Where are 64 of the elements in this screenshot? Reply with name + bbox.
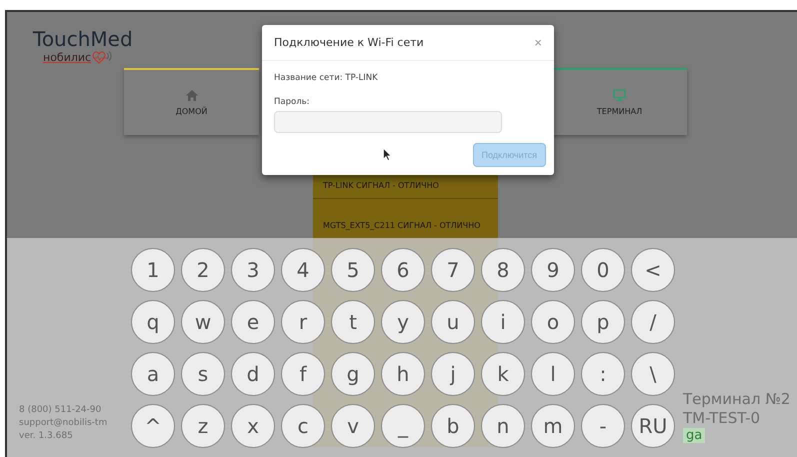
keyboard-key[interactable]: 4 [281,248,325,292]
keyboard-key[interactable]: x [231,404,275,448]
keyboard-key[interactable]: b [431,404,475,448]
keyboard-key[interactable]: : [581,352,625,396]
keyboard-key[interactable]: p [581,300,625,344]
dialog-title: Подключение к Wi-Fi сети [274,36,424,49]
heart-icon [91,50,114,64]
keyboard-key[interactable]: ^ [131,404,175,448]
keyboard-key[interactable]: q [131,300,175,344]
keyboard-key[interactable]: v [331,404,375,448]
contact-text: 8 (800) 511-24-90 [19,405,102,415]
keyboard-key[interactable]: - [581,404,625,448]
keyboard-key[interactable]: 2 [181,248,225,292]
keyboard-key[interactable]: y [381,300,425,344]
keyboard-key[interactable]: \ [631,352,675,396]
keyboard-key[interactable]: o [531,300,575,344]
keyboard-key[interactable]: f [281,352,325,396]
keyboard-key[interactable]: s [181,352,225,396]
keyboard-key[interactable]: k [481,352,525,396]
terminal-info-text: TM-TEST-0 [683,409,760,427]
nav-card[interactable]: ДОМОЙ [124,68,259,135]
keyboard-key[interactable]: 7 [431,248,475,292]
home-icon [186,90,198,100]
pointer-icon [383,148,392,161]
terminal-info-text: Терминал №2 [683,390,790,408]
keyboard-key[interactable]: a [131,352,175,396]
logo-title: TouchMed [33,28,133,50]
password-field[interactable] [274,111,502,133]
keyboard-key[interactable]: z [181,404,225,448]
monitor-icon [613,89,626,101]
password-label: Пароль: [274,97,311,107]
keyboard-key[interactable]: 3 [231,248,275,292]
network-name: Название сети: TP-LINK [274,73,379,83]
keyboard-key[interactable]: < [631,248,675,292]
keyboard-key[interactable]: n [481,404,525,448]
keyboard-key[interactable]: i [481,300,525,344]
keyboard-key[interactable]: RU [631,404,675,448]
keyboard-key[interactable]: j [431,352,475,396]
keyboard-key[interactable]: w [181,300,225,344]
nav-card[interactable]: ТЕРМИНАЛ [552,68,687,135]
keyboard-key[interactable]: e [231,300,275,344]
keyboard-key[interactable]: _ [381,404,425,448]
keyboard-key[interactable]: 1 [131,248,175,292]
keyboard-key[interactable]: 5 [331,248,375,292]
keyboard-key[interactable]: 6 [381,248,425,292]
contact-text: ver. 1.3.685 [19,431,73,441]
keyboard-key[interactable]: t [331,300,375,344]
keyboard-key[interactable]: c [281,404,325,448]
keyboard-key[interactable]: h [381,352,425,396]
keyboard-key[interactable]: / [631,300,675,344]
keyboard-key[interactable]: 0 [581,248,625,292]
nav-card-label: ТЕРМИНАЛ [596,107,642,116]
nav-card-label: ДОМОЙ [176,106,208,116]
keyboard-key[interactable]: 8 [481,248,525,292]
logo-subtitle: нобилис [43,50,92,64]
keyboard-key[interactable]: r [281,300,325,344]
server-status: ga [683,428,706,443]
keyboard-key[interactable]: d [231,352,275,396]
keyboard-key[interactable]: m [531,404,575,448]
keyboard-key[interactable]: g [331,352,375,396]
keyboard-key[interactable]: u [431,300,475,344]
keyboard-key[interactable]: l [531,352,575,396]
keyboard-key[interactable]: 9 [531,248,575,292]
contact-text: support@nobilis-tm [19,418,108,428]
